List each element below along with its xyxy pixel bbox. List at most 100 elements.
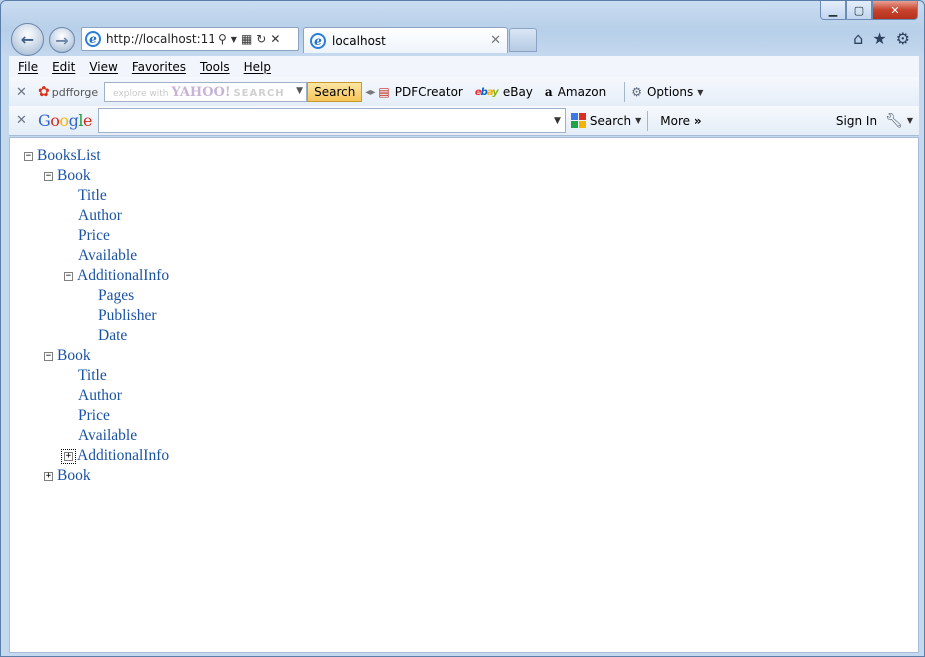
tree-node[interactable]: Price [78,406,110,426]
google-search-button[interactable]: Search ▼ [570,113,642,128]
tree-node-label[interactable]: Available [78,427,137,445]
flame-icon: ✿ [38,84,50,100]
tree-node-label[interactable]: Author [78,387,122,405]
dropdown-arrow-icon[interactable]: ▼ [554,116,561,126]
menu-favorites[interactable]: Favorites [132,60,186,74]
amazon-link[interactable]: a Amazon [545,85,606,99]
menu-view[interactable]: View [89,60,117,74]
tree-node[interactable]: + AdditionalInfo [61,446,169,466]
collapse-icon[interactable]: − [44,351,53,361]
address-bar[interactable]: e http://localhost:115 ⚲ ▼ ▦ ↻ ✕ [81,27,299,51]
google-logo[interactable]: Google [38,111,92,130]
gear-icon: ⚙ [631,85,642,99]
google-search-label: Search [589,113,632,128]
tree-node-label[interactable]: AdditionalInfo [77,447,169,465]
expand-icon[interactable]: + [61,448,76,464]
chevron-down-icon: ▼ [635,116,642,125]
menu-edit[interactable]: Edit [52,60,75,74]
yahoo-search-input[interactable]: explore with YAHOO! SEARCH ▼ [104,82,308,102]
ebay-link[interactable]: ebay eBay [475,85,533,99]
tree-node[interactable]: − Book [44,166,91,186]
toolbar-separator [647,110,649,131]
menu-bar: File Edit View Favorites Tools Help [9,56,919,77]
home-icon[interactable]: ⌂ [853,29,863,48]
tree-node[interactable]: Title [78,366,107,386]
pdfforge-toolbar: ✕ ✿ pdfforge explore with YAHOO! SEARCH … [9,77,919,107]
google-search-icon [570,113,586,128]
tree-node[interactable]: Pages [98,286,134,306]
close-toolbar-icon[interactable]: ✕ [16,85,34,100]
pdfcreator-link[interactable]: ▤ PDFCreator [378,85,463,99]
menu-file[interactable]: File [18,60,38,74]
back-button[interactable]: ← [11,23,44,56]
tree-node[interactable]: − Book [44,346,91,366]
tree-node[interactable]: Price [78,226,110,246]
tree-node[interactable]: − AdditionalInfo [64,266,169,286]
tree-node[interactable]: Date [98,326,127,346]
close-tab-icon[interactable]: ✕ [490,33,501,48]
tree-node-label[interactable]: Title [78,187,107,205]
star-icon[interactable]: ★ [872,29,886,48]
tree-node-label[interactable]: Book [57,167,91,185]
google-search-input[interactable]: ▼ [97,108,566,133]
tree-node-label[interactable]: Title [78,367,107,385]
tree-node-label[interactable]: BooksList [37,147,101,165]
minimize-button[interactable]: ▁ [820,1,846,20]
tree-node-label[interactable]: Date [98,327,127,345]
tree-node-label[interactable]: Available [78,247,137,265]
menu-help[interactable]: Help [244,60,271,74]
collapse-icon[interactable]: − [64,271,73,281]
tab-localhost[interactable]: e localhost ✕ [303,27,508,53]
ie-tab-icon: e [310,32,326,49]
expand-icon[interactable]: + [44,471,53,481]
tree-node[interactable]: − BooksList [24,146,101,166]
dropdown-arrow-icon[interactable]: ▼ [231,35,237,44]
yahoo-brand: YAHOO! [171,84,231,100]
tree-node-label[interactable]: Price [78,227,110,245]
close-toolbar-icon[interactable]: ✕ [16,113,34,128]
tree-node-label[interactable]: Pages [98,287,134,305]
gear-icon[interactable]: ⚙ [896,29,910,48]
menu-tools[interactable]: Tools [200,60,230,74]
resize-grip-icon[interactable]: ◂▸ [365,87,375,98]
stop-icon[interactable]: ✕ [270,32,280,46]
close-window-button[interactable]: ✕ [872,1,918,20]
tree-node-label[interactable]: Publisher [98,307,157,325]
maximize-button[interactable]: ▢ [846,1,872,20]
collapse-icon[interactable]: − [24,151,33,161]
address-text[interactable]: http://localhost:115 [106,32,214,46]
dropdown-arrow-icon[interactable]: ▼ [296,86,303,96]
refresh-icon[interactable]: ↻ [256,32,266,46]
tree-node[interactable]: Title [78,186,107,206]
yahoo-search-button[interactable]: Search [307,82,363,102]
arrow-left-icon: ← [20,30,35,49]
pdfforge-label: pdfforge [51,85,99,99]
tree-node[interactable]: Publisher [98,306,157,326]
caption-buttons: ▁ ▢ ✕ [820,1,918,20]
tree-node-label[interactable]: Book [57,347,91,365]
wrench-icon[interactable]: 🔧︎ [885,113,903,129]
ie-page-icon: e [85,31,101,47]
chevron-down-icon: ▼ [906,116,913,125]
compatibility-view-icon[interactable]: ▦ [241,32,252,46]
pdfforge-logo[interactable]: ✿ pdfforge [38,84,98,100]
tree-node[interactable]: Author [78,206,122,226]
tree-node-label[interactable]: Book [57,467,91,485]
tree-node-label[interactable]: AdditionalInfo [77,267,169,285]
search-icon[interactable]: ⚲ [218,32,227,46]
options-menu[interactable]: ⚙ Options ▼ [631,85,703,99]
tree-node[interactable]: Available [78,246,137,266]
sign-in-button[interactable]: Sign In 🔧︎ ▼ [836,113,913,129]
ebay-icon: ebay [474,86,499,98]
tree-node[interactable]: Available [78,426,137,446]
tree-node-label[interactable]: Author [78,207,122,225]
more-button[interactable]: More » [660,114,701,128]
tree-node-label[interactable]: Price [78,407,110,425]
new-tab-button[interactable] [509,28,537,52]
pdfcreator-label: PDFCreator [394,85,463,99]
forward-button[interactable]: → [49,27,75,53]
tree-node[interactable]: + Book [44,466,91,486]
navigation-row: ← → e http://localhost:115 ⚲ ▼ ▦ ↻ ✕ e l… [9,23,914,56]
tree-node[interactable]: Author [78,386,122,406]
collapse-icon[interactable]: − [44,171,53,181]
